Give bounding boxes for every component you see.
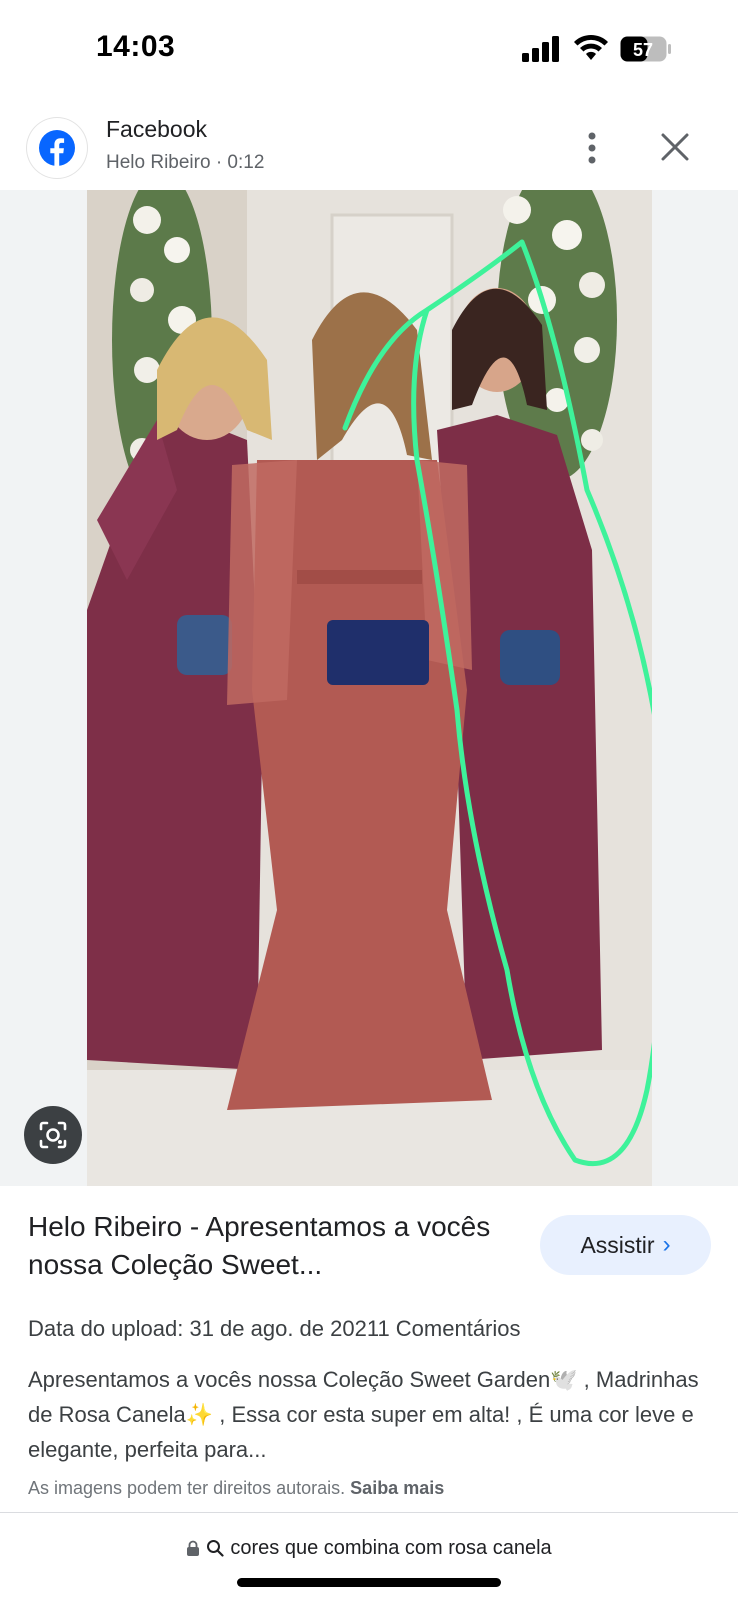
status-bar: 14:03 57 [0, 0, 738, 100]
learn-more-link[interactable]: Saiba mais [350, 1478, 444, 1498]
watch-button-label: Assistir [580, 1231, 655, 1258]
source-subtitle: Helo Ribeiro · 0:12 [106, 152, 265, 173]
google-lens-icon [39, 1121, 67, 1149]
divider [0, 1512, 738, 1513]
battery-level: 57 [633, 40, 653, 60]
result-header: Facebook Helo Ribeiro · 0:12 [0, 110, 738, 190]
result-description: Apresentamos a vocês nossa Coleção Sweet… [28, 1367, 699, 1462]
copyright-notice: As imagens podem ter direitos autorais. … [28, 1478, 444, 1499]
home-indicator[interactable] [237, 1578, 501, 1587]
address-bar[interactable]: cores que combina com rosa canela [0, 1530, 738, 1566]
result-title[interactable]: Helo Ribeiro - Apresentamos a vocês noss… [28, 1208, 498, 1284]
wifi-icon [574, 34, 608, 60]
search-icon [207, 1540, 224, 1557]
battery-icon: 57 [620, 36, 671, 62]
google-lens-button[interactable] [24, 1106, 82, 1164]
facebook-icon [39, 130, 75, 166]
image-preview [0, 190, 738, 1186]
close-icon[interactable] [658, 130, 692, 164]
cellular-signal-icon [522, 36, 559, 62]
chevron-right-icon: › [662, 1231, 671, 1258]
status-time: 14:03 [96, 30, 176, 63]
watch-button[interactable]: Assistir › [540, 1215, 711, 1275]
source-name[interactable]: Facebook [106, 116, 207, 143]
search-query: cores que combina com rosa canela [230, 1536, 552, 1559]
copyright-text: As imagens podem ter direitos autorais. [28, 1478, 346, 1498]
result-photo[interactable] [87, 190, 652, 1186]
source-logo[interactable] [27, 118, 87, 178]
lock-icon [187, 1540, 200, 1556]
more-vert-icon[interactable] [574, 128, 610, 168]
upload-meta: Data do upload: 31 de ago. de 20211 Come… [28, 1316, 521, 1341]
